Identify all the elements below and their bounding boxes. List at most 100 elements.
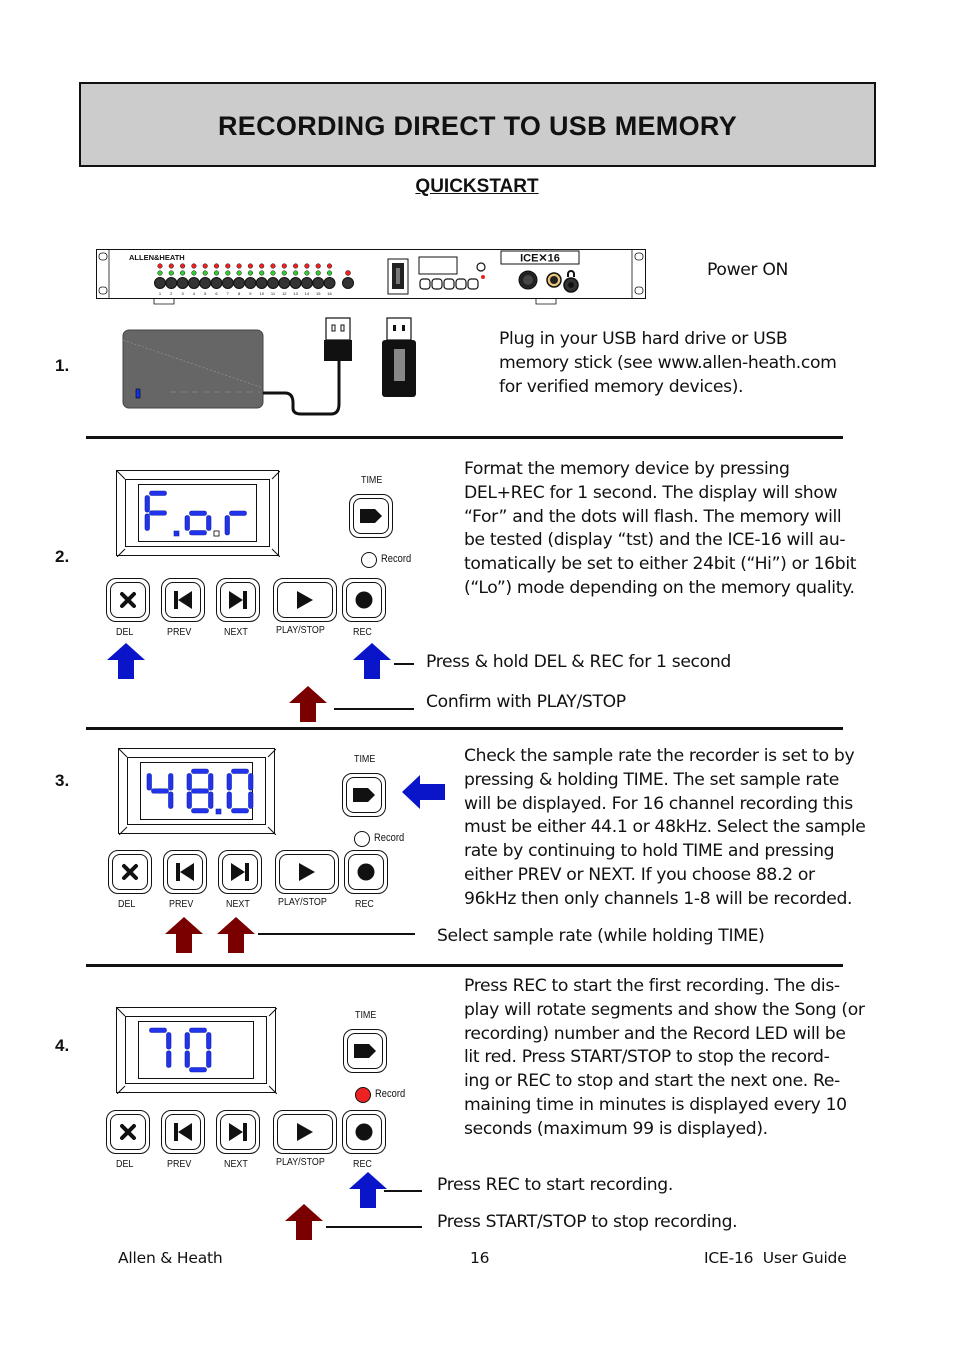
next-button[interactable] xyxy=(216,1110,260,1154)
rack-transport-button xyxy=(455,278,467,290)
next-track-icon xyxy=(229,1123,247,1141)
time-button[interactable] xyxy=(349,494,393,538)
channel-select-button xyxy=(199,277,212,289)
record-led-label: Record xyxy=(375,1088,406,1100)
lcd-segment xyxy=(229,510,247,516)
lcd-digit xyxy=(226,768,254,814)
button-label: DEL xyxy=(118,898,136,910)
button-label: REC xyxy=(353,626,372,638)
play-icon xyxy=(299,863,315,881)
callout-line xyxy=(326,1226,422,1228)
record-led-label: Record xyxy=(374,832,405,844)
text-line: tomatically be set to either 24bit (“Hi”… xyxy=(464,554,857,575)
play-stop-button[interactable] xyxy=(275,850,339,894)
del-button[interactable] xyxy=(108,850,152,894)
previous-track-icon xyxy=(174,1123,192,1141)
button-label: DEL xyxy=(116,626,134,638)
channel-clip-led xyxy=(259,263,265,269)
channel-signal-led xyxy=(315,270,321,276)
delete-x-icon xyxy=(122,864,138,880)
prev-button[interactable] xyxy=(161,578,205,622)
time-button[interactable] xyxy=(343,1029,387,1073)
button-label: DEL xyxy=(116,1158,134,1170)
channel-number: 13 xyxy=(293,291,298,296)
text-line: Plug in your USB hard drive or USB xyxy=(499,329,788,349)
callout-text: Press & hold DEL & REC for 1 second xyxy=(426,652,731,672)
rack-unit-illustration: ALLEN&HEATH 1 2 3 4 5 6 7 8 9 10 11 12 13 14 15 16 ICE✕… xyxy=(96,249,646,305)
button-label: NEXT xyxy=(226,898,250,910)
lcd-segment xyxy=(144,513,150,531)
channel-select-button xyxy=(233,277,246,289)
lcd-segment xyxy=(168,773,174,791)
lcd-segment xyxy=(206,1032,212,1050)
section-divider xyxy=(86,436,843,439)
button-label: PLAY/STOP xyxy=(276,1156,325,1168)
button-label: NEXT xyxy=(224,1158,248,1170)
footer-guide-title: ICE-16 User Guide xyxy=(704,1249,847,1267)
channel-clip-led xyxy=(213,263,220,269)
usb-memory-stick-icon xyxy=(382,317,416,397)
text-line: be tested (display “tst) and the ICE-16 … xyxy=(464,530,846,551)
channel-select-button xyxy=(289,277,302,289)
time-label: TIME xyxy=(355,1009,377,1021)
time-button[interactable] xyxy=(342,773,386,817)
channel-signal-led xyxy=(326,270,333,276)
button-label: PREV xyxy=(169,898,194,910)
text-line: rate by continuing to hold TIME and pres… xyxy=(464,841,835,862)
blue-up-arrow-del xyxy=(107,643,145,679)
next-button[interactable] xyxy=(218,850,262,894)
prev-button[interactable] xyxy=(163,850,207,894)
callout-line xyxy=(258,933,415,935)
lcd-segment xyxy=(166,1050,172,1068)
channel-number: 15 xyxy=(316,291,321,296)
prev-button[interactable] xyxy=(161,1110,205,1154)
rack-front-panel: ALLEN&HEATH 1 2 3 4 5 6 7 8 9 10 11 12 13 14 15 16 ICE✕… xyxy=(96,249,646,305)
text-line: Press REC to start the first recording. … xyxy=(464,976,840,996)
record-led xyxy=(361,552,377,568)
next-button[interactable] xyxy=(216,578,260,622)
lcd-segment xyxy=(149,1027,167,1033)
title-box: RECORDING DIRECT TO USB MEMORY xyxy=(79,82,876,167)
lcd-digit xyxy=(184,1027,212,1073)
channel-signal-led xyxy=(180,270,186,276)
text-line: “For” and the dots will flash. The memor… xyxy=(464,506,842,527)
power-on-label: Power ON xyxy=(707,260,789,280)
text-line: Check the sample rate the recorder is se… xyxy=(464,746,855,766)
rec-button[interactable] xyxy=(342,1110,386,1154)
del-button[interactable] xyxy=(106,1110,150,1154)
rec-button[interactable] xyxy=(344,850,388,894)
channel-clip-led xyxy=(236,263,242,269)
delete-x-icon xyxy=(120,592,136,608)
button-label: REC xyxy=(353,1158,372,1170)
channel-signal-led xyxy=(247,270,253,276)
lcd-segment xyxy=(144,495,150,513)
red-up-arrow-play-stop xyxy=(289,686,327,722)
channel-clip-led xyxy=(304,263,310,269)
lcd-segment xyxy=(231,808,249,814)
channel-select-button xyxy=(154,277,166,289)
channel-select-button xyxy=(244,277,257,289)
channel-select-button xyxy=(312,277,325,289)
blue-up-arrow-rec xyxy=(353,643,391,679)
del-button[interactable] xyxy=(106,578,150,622)
text-line: play will rotate segments and show the S… xyxy=(464,999,865,1020)
usb-hard-drive-icon xyxy=(122,329,264,409)
play-stop-button[interactable] xyxy=(273,1110,337,1154)
time-arrow-icon xyxy=(360,509,382,523)
rack-display xyxy=(418,256,458,275)
record-dot-icon xyxy=(355,591,373,609)
lcd-digit xyxy=(184,510,212,536)
lcd-segment xyxy=(184,515,190,531)
lcd-segment xyxy=(208,791,214,809)
channel-select-button xyxy=(323,277,336,289)
section-subtitle: QUICKSTART xyxy=(415,176,539,197)
channel-clip-led xyxy=(202,263,208,269)
play-stop-button[interactable] xyxy=(273,578,337,622)
rec-button[interactable] xyxy=(342,578,386,622)
lcd-segment xyxy=(184,1032,190,1050)
red-up-arrow-prev xyxy=(165,917,203,953)
text-line: ing or REC to stop and start the next on… xyxy=(464,1071,840,1092)
control-panel-step-4: TIME Record DEL PREV NEXT PLAY/STOP REC xyxy=(106,1007,406,1177)
channel-number: 12 xyxy=(282,291,287,296)
section-divider xyxy=(86,964,843,967)
